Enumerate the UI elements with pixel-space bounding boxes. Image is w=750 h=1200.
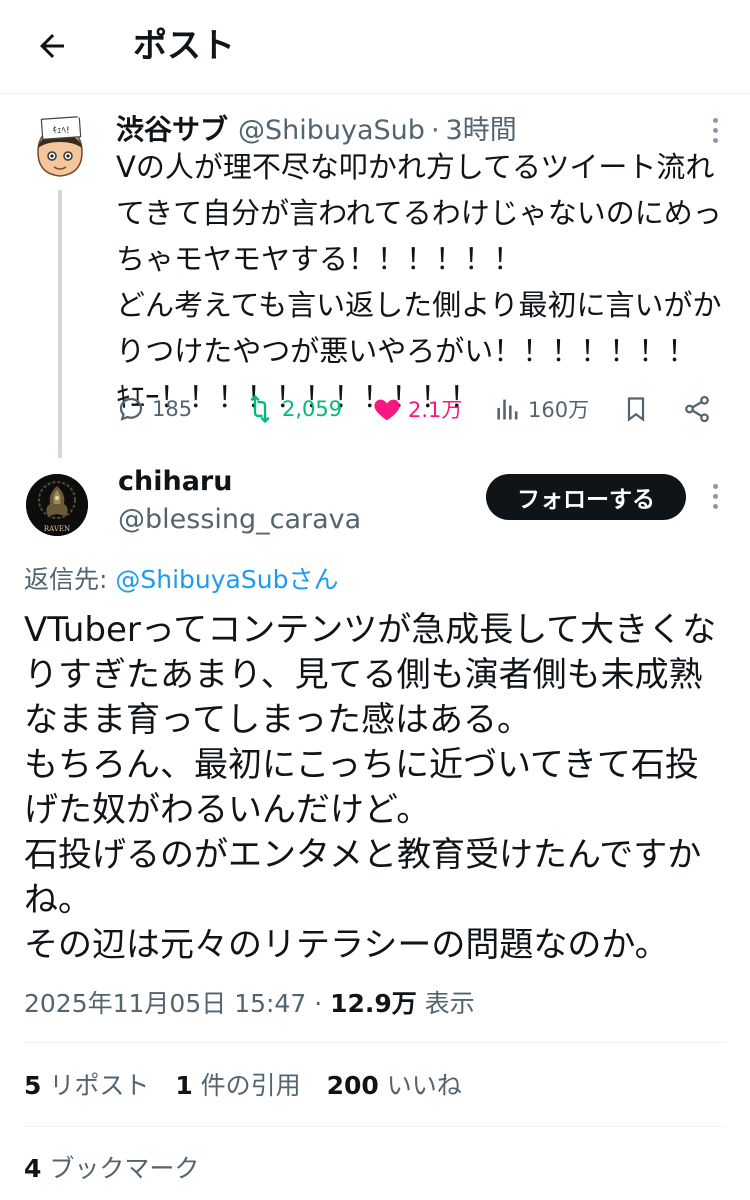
top-bar: ポスト <box>0 0 750 94</box>
avatar-logo-text: RAVEN <box>44 525 70 533</box>
reply-context: 返信先: @ShibuyaSubさん <box>24 560 338 596</box>
tweet-timestamp[interactable]: 2025年11月05日 15:47 <box>24 989 306 1018</box>
follow-button[interactable]: フォローする <box>486 474 686 520</box>
separator-dot: · <box>306 989 331 1018</box>
parent-avatar[interactable]: ｷｪﾍ! <box>24 112 96 184</box>
reply-avatar[interactable]: RAVEN <box>26 474 88 536</box>
repost-count: 2,059 <box>282 397 343 421</box>
text-line: その辺は元々のリテラシーの問題なのか。 <box>24 925 669 965</box>
quotes-count: 1 <box>175 1071 193 1100</box>
text-line: りつけたやつが悪いやろがい！！！！！！！ <box>116 334 697 368</box>
back-button[interactable] <box>30 24 74 68</box>
views-count: 160万 <box>528 398 590 422</box>
more-dots-icon <box>712 117 718 123</box>
text-line: りすぎたあまり、見てる側も演者側も未成熟 <box>24 655 703 695</box>
bookmark-button[interactable] <box>622 388 650 430</box>
quotes-stat[interactable]: 1 件の引用 <box>175 1071 300 1100</box>
repost-button[interactable]: 2,059 <box>244 388 342 430</box>
heart-filled-icon <box>374 399 400 421</box>
analytics-icon <box>497 399 518 420</box>
likes-stat[interactable]: 200 いいね <box>327 1071 462 1100</box>
text-line: もちろん、最初にこっちに近づいてきて石投 <box>24 745 699 785</box>
repost-icon <box>250 394 270 424</box>
divider <box>24 1042 726 1043</box>
reply-to-mention-link[interactable]: @ShibuyaSubさん <box>115 565 338 594</box>
like-button[interactable]: 2.1万 <box>372 388 462 430</box>
text-line: てきて自分が言われてるわけじゃないのにめっ <box>116 196 722 230</box>
reply-author-name[interactable]: chiharu <box>118 466 232 497</box>
reposts-stat[interactable]: 5 リポスト <box>24 1071 149 1100</box>
text-line: ちゃモヤモヤする！！！！！！ <box>116 242 523 276</box>
parent-action-bar: 185 2,059 2.1万 160万 <box>116 388 726 430</box>
tweet-meta: 2025年11月05日 15:47 · 12.9万 表示 <box>24 984 475 1020</box>
thread-connector-line <box>58 190 62 458</box>
bookmark-icon <box>627 397 645 422</box>
bookmarks-stat[interactable]: 4 ブックマーク <box>24 1149 199 1185</box>
reply-button[interactable]: 185 <box>116 388 192 430</box>
reply-more-button[interactable] <box>700 476 730 516</box>
share-icon <box>685 395 709 423</box>
likes-count: 200 <box>326 1071 379 1100</box>
reply-author-handle[interactable]: @blessing_carava <box>118 504 361 535</box>
arrow-left-icon <box>40 34 64 58</box>
text-line: げた奴がわるいんだけど。 <box>24 790 431 830</box>
reply-count: 185 <box>152 397 193 421</box>
parent-timestamp[interactable]: 3時間 <box>446 108 517 147</box>
text-line: なまま育ってしまった感はある。 <box>24 700 531 740</box>
parent-author-name[interactable]: 渋谷サブ <box>116 108 228 148</box>
text-line: Vの人が理不尽な叩かれ方してるツイート流れ <box>116 150 715 184</box>
engagement-stats: 5 リポスト 1 件の引用 200 いいね <box>24 1066 480 1102</box>
share-button[interactable] <box>682 388 712 430</box>
views-button[interactable]: 160万 <box>494 388 589 430</box>
text-line: ね。 <box>24 880 92 920</box>
views-label: 表示 <box>416 989 475 1018</box>
reply-icon <box>119 397 143 421</box>
divider <box>24 1126 726 1127</box>
reposts-count: 5 <box>24 1071 42 1100</box>
text-line: VTuberってコンテンツが急成長して大きくな <box>24 610 717 650</box>
quotes-label: 件の引用 <box>192 1071 301 1100</box>
bookmarks-label: ブックマーク <box>41 1154 200 1183</box>
more-dots-icon <box>712 483 718 489</box>
separator-dot: · <box>430 115 440 146</box>
parent-author-handle[interactable]: @ShibuyaSub <box>238 115 425 146</box>
page-title: ポスト <box>133 26 235 66</box>
reposts-label: リポスト <box>41 1071 150 1100</box>
reply-tweet-text: VTuberってコンテンツが急成長して大きくな りすぎたあまり、見てる側も演者側… <box>24 608 734 968</box>
bookmarks-count: 4 <box>24 1154 42 1183</box>
avatar-sign-text: ｷｪﾍ! <box>52 126 69 136</box>
likes-label: いいね <box>378 1071 462 1100</box>
text-line: 石投げるのがエンタメと教育受けたんですか <box>24 835 702 875</box>
parent-author-row: 渋谷サブ @ShibuyaSub · 3時間 <box>116 108 517 148</box>
text-line: どん考えても言い返した側より最初に言いがか <box>116 288 722 322</box>
views-count: 12.9万 <box>330 989 417 1018</box>
reply-to-label: 返信先: <box>24 565 116 594</box>
parent-tweet-text: Vの人が理不尽な叩かれ方してるツイート流れ てきて自分が言われてるわけじゃないの… <box>116 144 728 420</box>
like-count: 2.1万 <box>408 398 463 422</box>
